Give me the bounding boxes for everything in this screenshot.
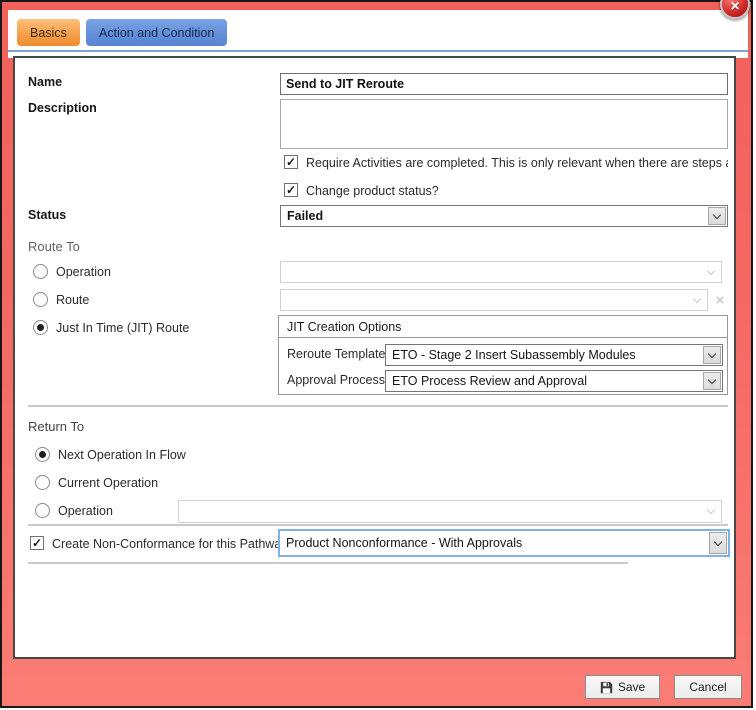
divider (28, 524, 728, 526)
create-nonconformance-checkbox[interactable]: ✓ (30, 536, 44, 550)
status-label: Status (28, 208, 66, 222)
tab-action-label: Action and Condition (99, 26, 214, 40)
chevron-down-icon (714, 537, 722, 545)
chevron-down-icon (693, 294, 701, 302)
return-to-next-operation-radio[interactable] (35, 447, 50, 462)
cancel-button-label: Cancel (689, 680, 726, 694)
route-to-jit-radio[interactable] (33, 320, 48, 335)
save-button[interactable]: Save (585, 675, 660, 699)
tab-underline (8, 50, 748, 52)
save-button-label: Save (618, 680, 645, 694)
check-icon: ✓ (286, 183, 296, 197)
return-to-operation-dropdown-button[interactable] (702, 502, 720, 521)
name-input[interactable] (280, 73, 728, 95)
create-nonconformance-label: Create Non-Conformance for this Pathway (52, 537, 288, 551)
nonconformance-dropdown[interactable]: Product Nonconformance - With Approvals (278, 529, 730, 557)
require-activities-checkbox[interactable]: ✓ (284, 155, 298, 169)
reroute-template-label: Reroute Template: (287, 347, 389, 361)
return-to-next-operation-label: Next Operation In Flow (58, 448, 186, 462)
tab-action-and-condition[interactable]: Action and Condition (86, 19, 227, 46)
chevron-down-icon (708, 375, 716, 383)
return-to-operation-dropdown[interactable] (178, 500, 722, 523)
return-to-label: Return To (28, 419, 84, 434)
jit-creation-options-group: JIT Creation Options Reroute Template: E… (278, 315, 728, 395)
return-to-operation-radio[interactable] (35, 503, 50, 518)
route-to-operation-label: Operation (56, 265, 111, 279)
status-value: Failed (281, 209, 707, 223)
chevron-down-icon (708, 349, 716, 357)
nonconformance-value: Product Nonconformance - With Approvals (280, 536, 708, 550)
route-to-operation-dropdown-button[interactable] (702, 263, 720, 281)
route-to-route-dropdown-button[interactable] (688, 291, 706, 309)
divider (28, 562, 628, 564)
chevron-down-icon (707, 266, 715, 274)
chevron-down-icon (707, 506, 715, 514)
return-to-current-operation-label: Current Operation (58, 476, 158, 490)
close-icon: × (730, 0, 739, 15)
route-to-label: Route To (28, 239, 80, 254)
description-textarea[interactable] (280, 99, 728, 149)
save-floppy-icon (600, 681, 613, 694)
return-to-operation-label: Operation (58, 504, 113, 518)
nonconformance-dropdown-button[interactable] (709, 532, 727, 554)
cancel-button[interactable]: Cancel (674, 675, 742, 699)
check-icon: ✓ (286, 155, 296, 169)
return-to-current-operation-radio[interactable] (35, 475, 50, 490)
status-dropdown-button[interactable] (708, 207, 726, 225)
route-to-operation-dropdown[interactable] (280, 261, 722, 283)
tab-basics[interactable]: Basics (17, 19, 80, 46)
chevron-down-icon (713, 210, 721, 218)
reroute-template-value: ETO - Stage 2 Insert Subassembly Modules (386, 348, 702, 362)
route-to-route-dropdown[interactable] (280, 289, 708, 311)
approval-process-value: ETO Process Review and Approval (386, 374, 702, 388)
approval-process-label: Approval Process: (287, 373, 388, 387)
clear-icon: × (716, 292, 725, 309)
change-status-checkbox[interactable]: ✓ (284, 183, 298, 197)
jit-creation-options-header: JIT Creation Options (279, 316, 727, 338)
require-activities-label: Require Activities are completed. This i… (306, 156, 728, 170)
basics-panel: Name Description ✓ Require Activities ar… (13, 56, 736, 659)
check-icon: ✓ (32, 536, 42, 550)
route-to-jit-label: Just In Time (JIT) Route (56, 321, 189, 335)
reroute-template-dropdown-button[interactable] (703, 346, 721, 364)
approval-process-dropdown[interactable]: ETO Process Review and Approval (385, 370, 723, 392)
divider (28, 405, 728, 407)
tab-basics-label: Basics (30, 26, 67, 40)
edit-pathway-dialog: × Basics Action and Condition Name Descr… (0, 0, 753, 708)
route-to-route-label: Route (56, 293, 89, 307)
approval-process-dropdown-button[interactable] (703, 372, 721, 390)
name-label: Name (28, 75, 62, 89)
description-label: Description (28, 101, 97, 115)
status-dropdown[interactable]: Failed (280, 205, 728, 227)
reroute-template-dropdown[interactable]: ETO - Stage 2 Insert Subassembly Modules (385, 344, 723, 366)
tab-strip: Basics Action and Condition (8, 10, 748, 58)
route-to-route-radio[interactable] (33, 292, 48, 307)
change-status-label: Change product status? (306, 184, 439, 198)
route-to-operation-radio[interactable] (33, 264, 48, 279)
clear-route-button[interactable]: × (712, 289, 728, 311)
